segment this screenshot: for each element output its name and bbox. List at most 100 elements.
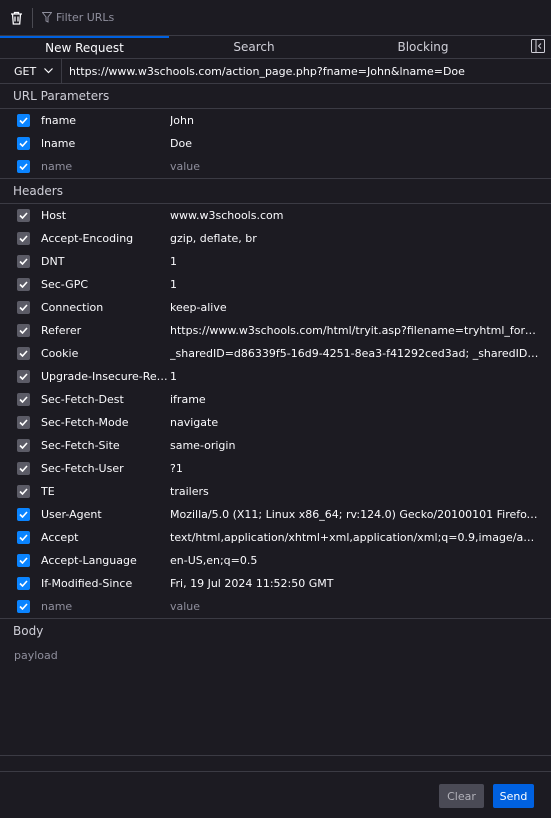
tab-search[interactable]: Search: [169, 36, 339, 58]
header-value[interactable]: same-origin: [170, 439, 540, 452]
header-checkbox[interactable]: [17, 531, 30, 544]
tab-blocking[interactable]: Blocking: [339, 36, 507, 58]
tab-bar: New Request Search Blocking: [0, 36, 551, 59]
param-value[interactable]: Doe: [170, 137, 540, 150]
header-value[interactable]: keep-alive: [170, 301, 540, 314]
header-row: Host www.w3schools.com: [0, 204, 551, 227]
header-checkbox[interactable]: [17, 393, 30, 406]
header-value[interactable]: text/html,application/xhtml+xml,applicat…: [170, 531, 540, 544]
new-param-row: name value: [0, 155, 551, 178]
new-header-name-input[interactable]: name: [41, 600, 170, 613]
new-param-checkbox[interactable]: [17, 160, 30, 173]
header-checkbox[interactable]: [17, 347, 30, 360]
header-name[interactable]: Sec-Fetch-Dest: [41, 393, 170, 406]
header-checkbox[interactable]: [17, 278, 30, 291]
header-checkbox[interactable]: [17, 255, 30, 268]
checkmark-icon: [19, 488, 28, 495]
headers-list: Host www.w3schools.com Accept-Encoding gzip…: [0, 204, 551, 619]
filter-icon: [42, 12, 52, 23]
headers-heading: Headers: [0, 179, 551, 204]
header-row: Sec-GPC 1: [0, 273, 551, 296]
header-checkbox[interactable]: [17, 462, 30, 475]
checkmark-icon: [19, 235, 28, 242]
header-checkbox[interactable]: [17, 508, 30, 521]
header-name[interactable]: Connection: [41, 301, 170, 314]
param-name[interactable]: fname: [41, 114, 170, 127]
header-checkbox[interactable]: [17, 232, 30, 245]
new-param-name-input[interactable]: name: [41, 160, 170, 173]
checkmark-icon: [19, 304, 28, 311]
header-value[interactable]: en-US,en;q=0.5: [170, 554, 540, 567]
request-url-bar: GET https://www.w3schools.com/action_pag…: [0, 59, 551, 84]
toggle-sidebar-icon[interactable]: [531, 39, 545, 53]
header-checkbox[interactable]: [17, 439, 30, 452]
header-name[interactable]: DNT: [41, 255, 170, 268]
body-editor[interactable]: payload: [0, 643, 551, 756]
header-value[interactable]: gzip, deflate, br: [170, 232, 540, 245]
header-value[interactable]: 1: [170, 370, 540, 383]
header-value[interactable]: 1: [170, 255, 540, 268]
new-header-checkbox[interactable]: [17, 600, 30, 613]
url-input[interactable]: https://www.w3schools.com/action_page.ph…: [69, 65, 465, 78]
new-header-value-input[interactable]: value: [170, 600, 540, 613]
checkmark-icon: [19, 419, 28, 426]
param-checkbox[interactable]: [17, 137, 30, 150]
header-checkbox[interactable]: [17, 324, 30, 337]
header-checkbox[interactable]: [17, 370, 30, 383]
filter-urls-input[interactable]: Filter URLs: [39, 0, 551, 36]
header-row: Sec-Fetch-Mode navigate: [0, 411, 551, 434]
new-param-value-input[interactable]: value: [170, 160, 540, 173]
send-button[interactable]: Send: [493, 784, 534, 808]
checkmark-icon: [19, 442, 28, 449]
header-name[interactable]: User-Agent: [41, 508, 170, 521]
header-checkbox[interactable]: [17, 209, 30, 222]
header-name[interactable]: Host: [41, 209, 170, 222]
clear-requests-button[interactable]: [0, 0, 32, 36]
header-value[interactable]: 1: [170, 278, 540, 291]
header-name[interactable]: Sec-Fetch-User: [41, 462, 170, 475]
header-checkbox[interactable]: [17, 301, 30, 314]
checkmark-icon: [19, 603, 28, 610]
header-name[interactable]: Accept-Language: [41, 554, 170, 567]
toolbar-divider: [32, 7, 33, 28]
header-value[interactable]: www.w3schools.com: [170, 209, 540, 222]
header-row: Accept-Encoding gzip, deflate, br: [0, 227, 551, 250]
url-parameters-heading: URL Parameters: [0, 84, 551, 109]
method-select[interactable]: GET: [0, 59, 62, 83]
header-value[interactable]: navigate: [170, 416, 540, 429]
param-value[interactable]: John: [170, 114, 540, 127]
header-value[interactable]: ?1: [170, 462, 540, 475]
header-name[interactable]: Sec-GPC: [41, 278, 170, 291]
header-name[interactable]: Cookie: [41, 347, 170, 360]
header-name[interactable]: Accept: [41, 531, 170, 544]
checkmark-icon: [19, 396, 28, 403]
filter-placeholder: Filter URLs: [56, 11, 115, 24]
header-value[interactable]: https://www.w3schools.com/html/tryit.asp…: [170, 324, 540, 337]
header-name[interactable]: If-Modified-Since: [41, 577, 170, 590]
param-checkbox[interactable]: [17, 114, 30, 127]
header-value[interactable]: _sharedID=d86339f5-16d9-4251-8ea3-f41292…: [170, 347, 540, 360]
header-row: TE trailers: [0, 480, 551, 503]
header-row: Accept text/html,application/xhtml+xml,ap…: [0, 526, 551, 549]
header-checkbox[interactable]: [17, 554, 30, 567]
header-value[interactable]: trailers: [170, 485, 540, 498]
header-value[interactable]: Mozilla/5.0 (X11; Linux x86_64; rv:124.0…: [170, 508, 540, 521]
clear-button[interactable]: Clear: [439, 784, 484, 808]
header-name[interactable]: Accept-Encoding: [41, 232, 170, 245]
header-name[interactable]: TE: [41, 485, 170, 498]
header-value[interactable]: Fri, 19 Jul 2024 11:52:50 GMT: [170, 577, 540, 590]
trash-icon: [10, 11, 22, 25]
header-checkbox[interactable]: [17, 485, 30, 498]
header-name[interactable]: Sec-Fetch-Site: [41, 439, 170, 452]
param-name[interactable]: lname: [41, 137, 170, 150]
body-heading: Body: [13, 624, 44, 638]
header-name[interactable]: Upgrade-Insecure-Re…: [41, 370, 170, 383]
header-name[interactable]: Referer: [41, 324, 170, 337]
tab-new-request[interactable]: New Request: [0, 36, 169, 58]
checkmark-icon: [19, 534, 28, 541]
header-name[interactable]: Sec-Fetch-Mode: [41, 416, 170, 429]
checkmark-icon: [19, 163, 28, 170]
header-value[interactable]: iframe: [170, 393, 540, 406]
header-checkbox[interactable]: [17, 416, 30, 429]
header-checkbox[interactable]: [17, 577, 30, 590]
